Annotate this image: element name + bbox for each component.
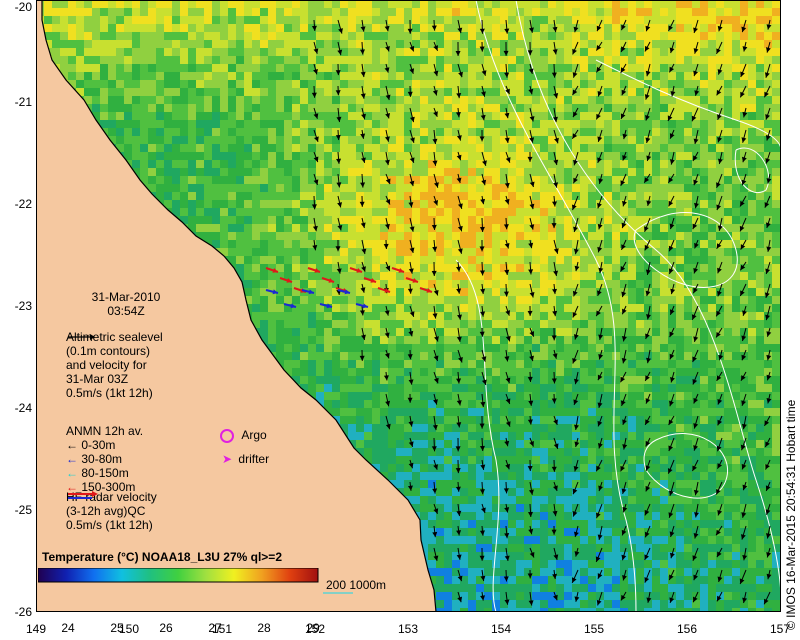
- anmn-legend-item: ← 80-150m: [66, 466, 143, 480]
- colorbar: [38, 568, 319, 583]
- depth-arrow-icon: ←: [66, 438, 78, 452]
- colorbar-tick: 26: [159, 621, 173, 635]
- lat-tick: -25: [14, 503, 32, 517]
- lon-tick: 155: [583, 622, 605, 636]
- lon-tick: 153: [397, 622, 419, 636]
- credit-text: © IMOS 16-Mar-2015 20:54:31 Hobart time: [784, 399, 798, 630]
- altimetry-line-3: and velocity for: [66, 358, 147, 372]
- lon-tick: 151: [211, 622, 233, 636]
- lat-tick: -23: [14, 299, 32, 313]
- lon-tick: 156: [676, 622, 698, 636]
- altimetry-line-4: 31-Mar 03Z: [66, 372, 129, 386]
- lat-tick: -22: [14, 197, 32, 211]
- colorbar-tick: 24: [61, 621, 75, 635]
- anmn-title: ANMN 12h av.: [66, 424, 144, 438]
- lat-tick: -20: [14, 0, 32, 14]
- lat-tick: -26: [14, 605, 32, 619]
- lat-tick: -24: [14, 401, 32, 415]
- depth-label: 30-80m: [81, 452, 123, 466]
- depth-label: 80-150m: [81, 466, 129, 480]
- anmn-legend-item: ← 30-80m: [66, 452, 143, 466]
- depth-label: 0-30m: [81, 438, 116, 452]
- lon-tick: 154: [490, 622, 512, 636]
- altimetry-legend: Altimetric sealevel (0.1m contours) and …: [66, 330, 163, 400]
- map-date: 31-Mar-2010: [91, 290, 161, 304]
- argo-label: Argo: [241, 428, 267, 442]
- anmn-legend-item: ← 0-30m: [66, 438, 143, 452]
- sst-map-plot: 31-Mar-2010 03:54Z Altimetric sealevel (…: [36, 0, 781, 612]
- lat-tick: -21: [14, 95, 32, 109]
- drifter-label: drifter: [238, 452, 270, 466]
- colorbar-tick: 28: [257, 621, 271, 635]
- lon-tick: 150: [118, 622, 140, 636]
- bathymetry-label: 200 1000m: [326, 578, 387, 592]
- map-time: 03:54Z: [107, 304, 145, 318]
- drifter-legend: ➤ drifter: [222, 452, 269, 466]
- lon-tick: 152: [304, 622, 326, 636]
- hf-radar-legend: HF radar velocity (3-12h avg)QC 0.5m/s (…: [66, 490, 157, 532]
- argo-circle-icon: [220, 428, 234, 443]
- hf-radar-line-2: (3-12h avg)QC: [66, 504, 146, 518]
- altimetry-line-5: 0.5m/s (1kt 12h): [66, 386, 153, 400]
- depth-arrow-icon: ←: [66, 452, 78, 466]
- depth-arrow-icon: ←: [66, 466, 78, 480]
- drifter-arrow-icon: ➤: [222, 452, 233, 466]
- hf-radar-line-3: 0.5m/s (1kt 12h): [66, 518, 153, 532]
- argo-legend: Argo: [220, 428, 267, 443]
- map-figure: 31-Mar-2010 03:54Z Altimetric sealevel (…: [0, 0, 800, 640]
- altimetry-scale-arrow-icon: [68, 334, 95, 340]
- hf-radar-scale-arrow-icon: [68, 491, 98, 499]
- lon-tick: 149: [25, 622, 47, 636]
- colorbar-title: Temperature (°C) NOAA18_L3U 27% ql>=2: [42, 550, 282, 564]
- anmn-legend: ANMN 12h av. ← 0-30m ← 30-80m ← 80-150m ← 1…: [66, 424, 143, 494]
- altimetry-line-2: (0.1m contours): [66, 344, 151, 358]
